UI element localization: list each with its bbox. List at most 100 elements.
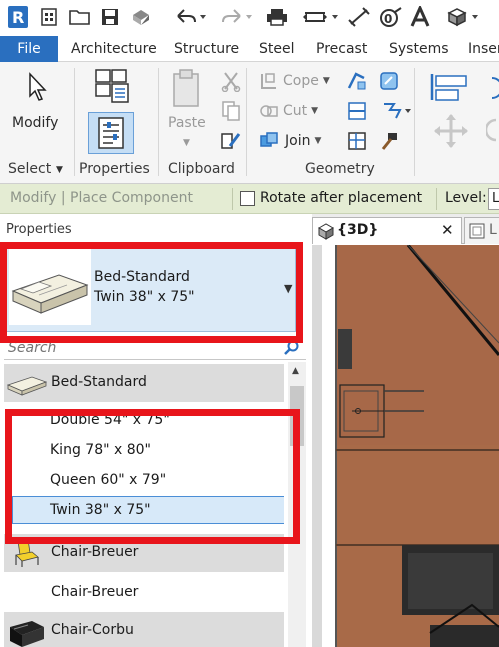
options-divider: [232, 188, 233, 210]
type-selector-dropdown-icon[interactable]: ▼: [284, 282, 292, 295]
type-selector[interactable]: Bed-Standard Twin 38" x 75" ▼: [4, 244, 296, 332]
type-row-king[interactable]: King 78" x 80": [12, 436, 284, 464]
tab-precast[interactable]: Precast: [308, 36, 375, 62]
type-row-queen[interactable]: Queen 60" x 79": [12, 466, 284, 494]
print-icon[interactable]: [264, 5, 290, 29]
properties-palette: Properties Bed-Standard Twin 38" x 75" ▼…: [0, 214, 312, 647]
cope-button[interactable]: Cope ▼: [259, 70, 330, 92]
measure-icon[interactable]: [300, 5, 340, 29]
properties-panel-title[interactable]: Properties: [79, 161, 150, 177]
linework-icon[interactable]: [378, 100, 412, 126]
wall-profile-icon[interactable]: [346, 130, 368, 156]
type-list: Bed-Standard Double 54" x 75" King 78" x…: [4, 362, 284, 647]
options-divider: [436, 188, 437, 210]
offset-icon[interactable]: [486, 76, 499, 114]
3d-floor-view: [312, 245, 499, 647]
tab-structure[interactable]: Structure: [166, 36, 247, 62]
aligned-dimension-icon[interactable]: [346, 5, 372, 29]
split-face-icon[interactable]: [346, 100, 368, 126]
rotate-after-placement-checkbox[interactable]: [240, 191, 255, 206]
paste-button[interactable]: Paste: [168, 115, 206, 131]
properties-palette-title: Properties: [6, 222, 72, 237]
3d-view-icon: [317, 222, 335, 244]
ribbon: Modify Select ▼ Properties Paste ▼ Clipb…: [0, 62, 499, 184]
floor-plan-icon: [469, 223, 485, 243]
properties-button[interactable]: [88, 112, 134, 154]
view-tab-level[interactable]: L: [464, 217, 499, 244]
bed-thumbnail-icon: [9, 249, 91, 325]
rotate-after-placement-label[interactable]: Rotate after placement: [260, 190, 422, 206]
tag-icon[interactable]: 0: [378, 5, 404, 29]
type-row-chair-breuer[interactable]: Chair-Breuer: [4, 574, 284, 612]
type-list-scrollbar[interactable]: ▲: [288, 362, 306, 647]
move-icon[interactable]: [432, 112, 470, 154]
chair-breuer-thumbnail-icon: [6, 537, 48, 569]
cut-clipboard-icon[interactable]: [220, 70, 242, 96]
demolish-hammer-icon[interactable]: [378, 130, 400, 156]
cut-geometry-label: Cut: [283, 103, 308, 119]
rotate-icon[interactable]: [484, 116, 499, 150]
tab-systems[interactable]: Systems: [381, 36, 457, 62]
type-row-double[interactable]: Double 54" x 75": [12, 406, 284, 434]
cope-dropdown-icon: ▼: [322, 76, 330, 86]
bed-thumbnail-icon: [6, 367, 48, 399]
type-properties-icon[interactable]: [92, 68, 132, 110]
tab-steel[interactable]: Steel: [251, 36, 303, 62]
logo-letter: R: [12, 8, 24, 27]
copy-clipboard-icon[interactable]: [220, 100, 242, 126]
type-search: [4, 336, 306, 360]
save-icon[interactable]: [98, 5, 122, 29]
redo-icon[interactable]: [218, 5, 254, 29]
select-dropdown-icon[interactable]: ▼: [56, 165, 63, 175]
view-tab-label: {3D}: [337, 222, 379, 238]
undo-icon[interactable]: [172, 5, 208, 29]
search-icon[interactable]: [284, 340, 300, 360]
text-icon[interactable]: [408, 5, 432, 29]
type-selector-family: Bed-Standard: [94, 269, 190, 285]
cut-geometry-button[interactable]: Cut ▼: [259, 100, 318, 122]
select-panel-title[interactable]: Select: [8, 161, 51, 177]
tab-file[interactable]: File: [0, 36, 58, 62]
match-properties-icon[interactable]: [220, 130, 242, 156]
panel-divider: [74, 68, 75, 176]
home-icon[interactable]: [38, 5, 60, 29]
3d-view-icon[interactable]: [444, 5, 484, 29]
view-tab-3d[interactable]: {3D} ✕: [312, 217, 462, 244]
tab-architecture[interactable]: Architecture: [63, 36, 165, 62]
paint-icon[interactable]: [378, 70, 400, 96]
family-row-bed-standard[interactable]: Bed-Standard: [4, 364, 284, 402]
type-selector-type: Twin 38" x 75": [94, 289, 195, 305]
align-icon[interactable]: [428, 70, 470, 108]
scroll-thumb[interactable]: [290, 386, 304, 446]
tab-insert[interactable]: Inser: [460, 36, 499, 62]
join-button[interactable]: Join ▼: [259, 130, 321, 152]
geometry-panel-title[interactable]: Geometry: [305, 161, 375, 177]
level-label: Level:: [445, 190, 487, 206]
type-row-twin[interactable]: Twin 38" x 75": [12, 496, 284, 524]
family-label: Chair-Corbu: [51, 622, 134, 638]
modify-cursor-icon[interactable]: [24, 72, 48, 106]
cut-dropdown-icon: ▼: [311, 106, 319, 116]
scroll-up-icon[interactable]: ▲: [292, 366, 299, 376]
family-label: Bed-Standard: [51, 374, 147, 390]
panel-divider: [158, 68, 159, 176]
level-select[interactable]: L: [488, 188, 499, 210]
wall-joins-icon[interactable]: [346, 70, 368, 96]
drawing-canvas[interactable]: [312, 245, 499, 647]
panel-divider: [414, 68, 415, 176]
clipboard-panel-title[interactable]: Clipboard: [168, 161, 235, 177]
current-mode-label: Modify | Place Component: [10, 190, 193, 206]
revit-logo-icon[interactable]: R: [6, 5, 30, 29]
svg-text:0: 0: [384, 12, 392, 26]
type-search-input[interactable]: [8, 338, 278, 358]
sync-icon[interactable]: [128, 5, 154, 29]
modify-button[interactable]: Modify: [12, 115, 58, 131]
close-icon[interactable]: ✕: [441, 221, 454, 239]
open-folder-icon[interactable]: [68, 5, 92, 29]
paste-dropdown-icon[interactable]: ▼: [183, 138, 190, 148]
family-row-chair-breuer[interactable]: Chair-Breuer: [4, 534, 284, 572]
view-tab-bar: {3D} ✕ L: [312, 214, 499, 244]
cope-label: Cope: [283, 73, 319, 89]
paste-icon[interactable]: [170, 68, 204, 114]
family-row-chair-corbu[interactable]: Chair-Corbu: [4, 612, 284, 647]
